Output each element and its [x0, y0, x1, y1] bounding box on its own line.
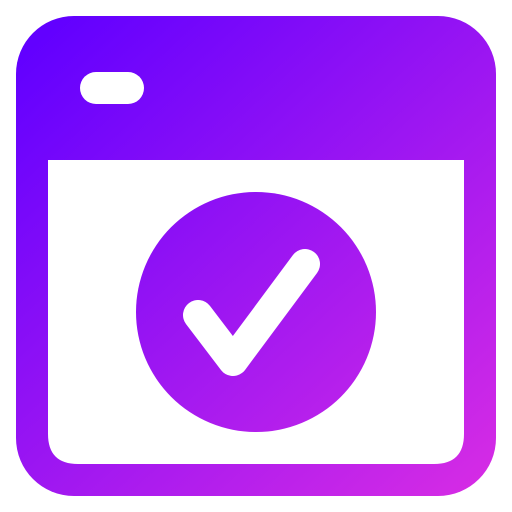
app-icon-canvas — [0, 0, 512, 512]
browser-window-check-icon — [16, 16, 496, 496]
title-bar-pill — [80, 72, 144, 104]
